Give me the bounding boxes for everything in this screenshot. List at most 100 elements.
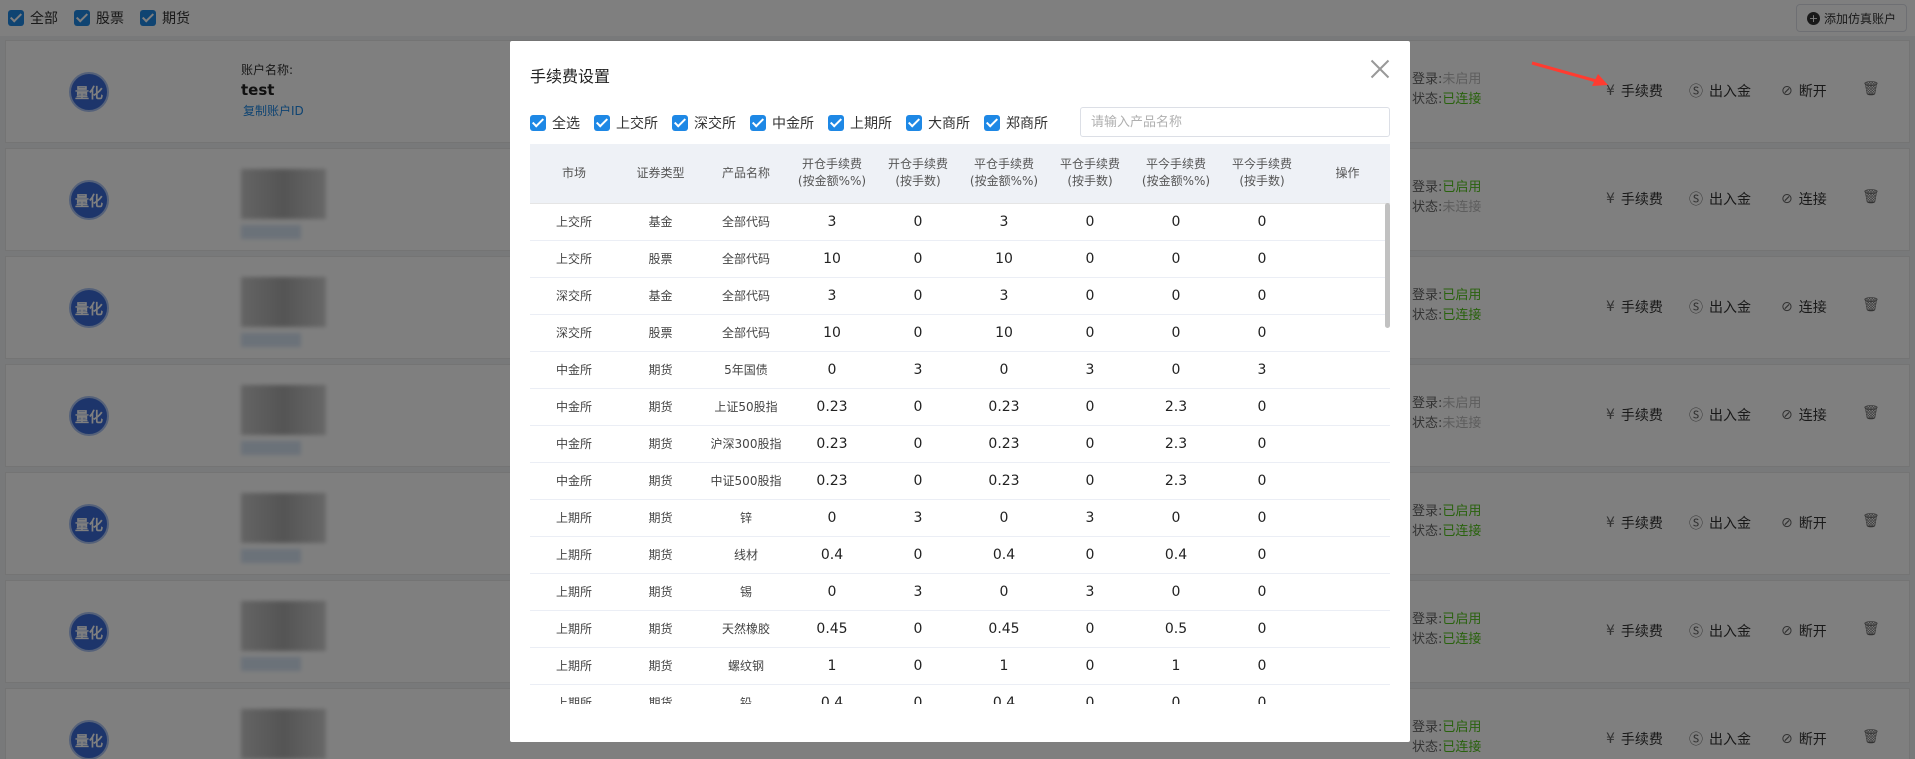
table-cell[interactable]: 0 <box>1133 573 1219 611</box>
table-cell[interactable]: 0.4 <box>961 684 1047 704</box>
table-cell[interactable] <box>1305 240 1390 278</box>
table-cell[interactable]: 3 <box>1047 499 1133 537</box>
exchange-filter-checkbox[interactable]: 大商所 <box>906 113 970 133</box>
table-cell[interactable]: 0 <box>1047 684 1133 704</box>
table-cell[interactable]: 0 <box>875 462 961 500</box>
table-cell[interactable]: 3 <box>875 573 961 611</box>
table-cell[interactable] <box>1305 462 1390 500</box>
table-cell[interactable]: 0 <box>1047 277 1133 315</box>
table-cell[interactable]: 0 <box>1133 277 1219 315</box>
table-cell[interactable]: 0 <box>1047 388 1133 426</box>
table-cell[interactable]: 0 <box>1219 462 1305 500</box>
exchange-filter-checkbox[interactable]: 中金所 <box>750 113 814 133</box>
table-cell[interactable] <box>1305 203 1390 241</box>
exchange-filter-checkbox[interactable]: 全选 <box>530 113 580 133</box>
table-cell[interactable]: 2.3 <box>1133 388 1219 426</box>
table-cell[interactable]: 0 <box>875 314 961 352</box>
table-cell[interactable]: 0 <box>961 351 1047 389</box>
scrollbar-track[interactable] <box>1384 203 1390 703</box>
table-cell[interactable]: 0 <box>875 203 961 241</box>
table-cell[interactable]: 0 <box>961 573 1047 611</box>
close-icon[interactable] <box>1368 57 1392 81</box>
table-cell[interactable]: 0.45 <box>789 610 875 648</box>
table-cell[interactable]: 0 <box>875 610 961 648</box>
table-cell[interactable]: 0 <box>875 684 961 704</box>
table-cell[interactable]: 3 <box>961 277 1047 315</box>
table-cell[interactable]: 3 <box>1047 351 1133 389</box>
table-cell[interactable]: 0 <box>1047 647 1133 685</box>
table-cell[interactable]: 0 <box>789 499 875 537</box>
table-cell[interactable]: 0.23 <box>961 425 1047 463</box>
table-cell[interactable]: 0.23 <box>789 425 875 463</box>
table-cell[interactable] <box>1305 610 1390 648</box>
table-cell[interactable]: 0 <box>1219 536 1305 574</box>
table-cell[interactable]: 0 <box>1133 684 1219 704</box>
table-cell[interactable]: 3 <box>789 203 875 241</box>
table-cell[interactable]: 1 <box>961 647 1047 685</box>
fee-table-container[interactable]: 市场 证券类型 产品名称 开仓手续费 (按金额%%) 开仓手续费 (按手数) 平仓手续费 … <box>530 144 1390 704</box>
table-cell[interactable]: 0.4 <box>961 536 1047 574</box>
table-cell[interactable]: 0 <box>1133 499 1219 537</box>
table-cell[interactable]: 3 <box>789 277 875 315</box>
table-cell[interactable]: 0 <box>1133 240 1219 278</box>
table-cell[interactable]: 1 <box>1133 647 1219 685</box>
table-cell[interactable]: 0.23 <box>789 388 875 426</box>
table-cell[interactable]: 1 <box>789 647 875 685</box>
table-cell[interactable]: 0 <box>875 277 961 315</box>
table-cell[interactable]: 0 <box>1047 314 1133 352</box>
table-cell[interactable]: 0 <box>1133 203 1219 241</box>
table-cell[interactable]: 0 <box>1047 425 1133 463</box>
table-cell[interactable]: 0.4 <box>1133 536 1219 574</box>
table-cell[interactable]: 0 <box>875 647 961 685</box>
table-cell[interactable]: 0 <box>875 425 961 463</box>
table-cell[interactable]: 0 <box>1047 203 1133 241</box>
table-cell[interactable]: 0 <box>789 351 875 389</box>
table-cell[interactable]: 0 <box>1219 203 1305 241</box>
table-cell[interactable]: 3 <box>1047 573 1133 611</box>
table-cell[interactable]: 10 <box>789 314 875 352</box>
table-cell[interactable]: 0 <box>1219 314 1305 352</box>
scrollbar-thumb[interactable] <box>1385 203 1390 328</box>
product-search-input[interactable] <box>1080 107 1390 137</box>
exchange-filter-checkbox[interactable]: 郑商所 <box>984 113 1048 133</box>
table-cell[interactable]: 0 <box>1219 647 1305 685</box>
table-cell[interactable] <box>1305 425 1390 463</box>
table-cell[interactable]: 3 <box>875 499 961 537</box>
table-cell[interactable] <box>1305 351 1390 389</box>
table-cell[interactable]: 0 <box>1047 536 1133 574</box>
exchange-filter-checkbox[interactable]: 深交所 <box>672 113 736 133</box>
table-cell[interactable]: 0.45 <box>961 610 1047 648</box>
table-cell[interactable]: 0 <box>1047 462 1133 500</box>
table-cell[interactable]: 0 <box>875 388 961 426</box>
table-cell[interactable]: 10 <box>789 240 875 278</box>
table-cell[interactable]: 0 <box>875 240 961 278</box>
table-cell[interactable]: 0 <box>1047 240 1133 278</box>
table-cell[interactable]: 0 <box>1219 425 1305 463</box>
table-cell[interactable]: 0 <box>961 499 1047 537</box>
table-cell[interactable] <box>1305 684 1390 704</box>
table-cell[interactable]: 0.4 <box>789 684 875 704</box>
table-cell[interactable]: 0 <box>1219 388 1305 426</box>
table-cell[interactable]: 0 <box>1133 351 1219 389</box>
table-cell[interactable]: 2.3 <box>1133 425 1219 463</box>
table-cell[interactable]: 0 <box>1219 684 1305 704</box>
table-cell[interactable]: 0.23 <box>961 462 1047 500</box>
table-cell[interactable]: 0 <box>1219 610 1305 648</box>
table-cell[interactable]: 0 <box>1219 573 1305 611</box>
table-cell[interactable]: 0.5 <box>1133 610 1219 648</box>
table-cell[interactable] <box>1305 388 1390 426</box>
table-cell[interactable] <box>1305 573 1390 611</box>
table-cell[interactable] <box>1305 314 1390 352</box>
table-cell[interactable]: 0 <box>789 573 875 611</box>
table-cell[interactable]: 0 <box>1133 314 1219 352</box>
table-cell[interactable] <box>1305 277 1390 315</box>
table-cell[interactable]: 3 <box>1219 351 1305 389</box>
table-cell[interactable] <box>1305 536 1390 574</box>
table-cell[interactable]: 0.23 <box>961 388 1047 426</box>
table-cell[interactable]: 2.3 <box>1133 462 1219 500</box>
table-cell[interactable]: 10 <box>961 240 1047 278</box>
table-cell[interactable]: 3 <box>875 351 961 389</box>
table-cell[interactable]: 3 <box>961 203 1047 241</box>
exchange-filter-checkbox[interactable]: 上期所 <box>828 113 892 133</box>
table-cell[interactable]: 0 <box>1047 610 1133 648</box>
